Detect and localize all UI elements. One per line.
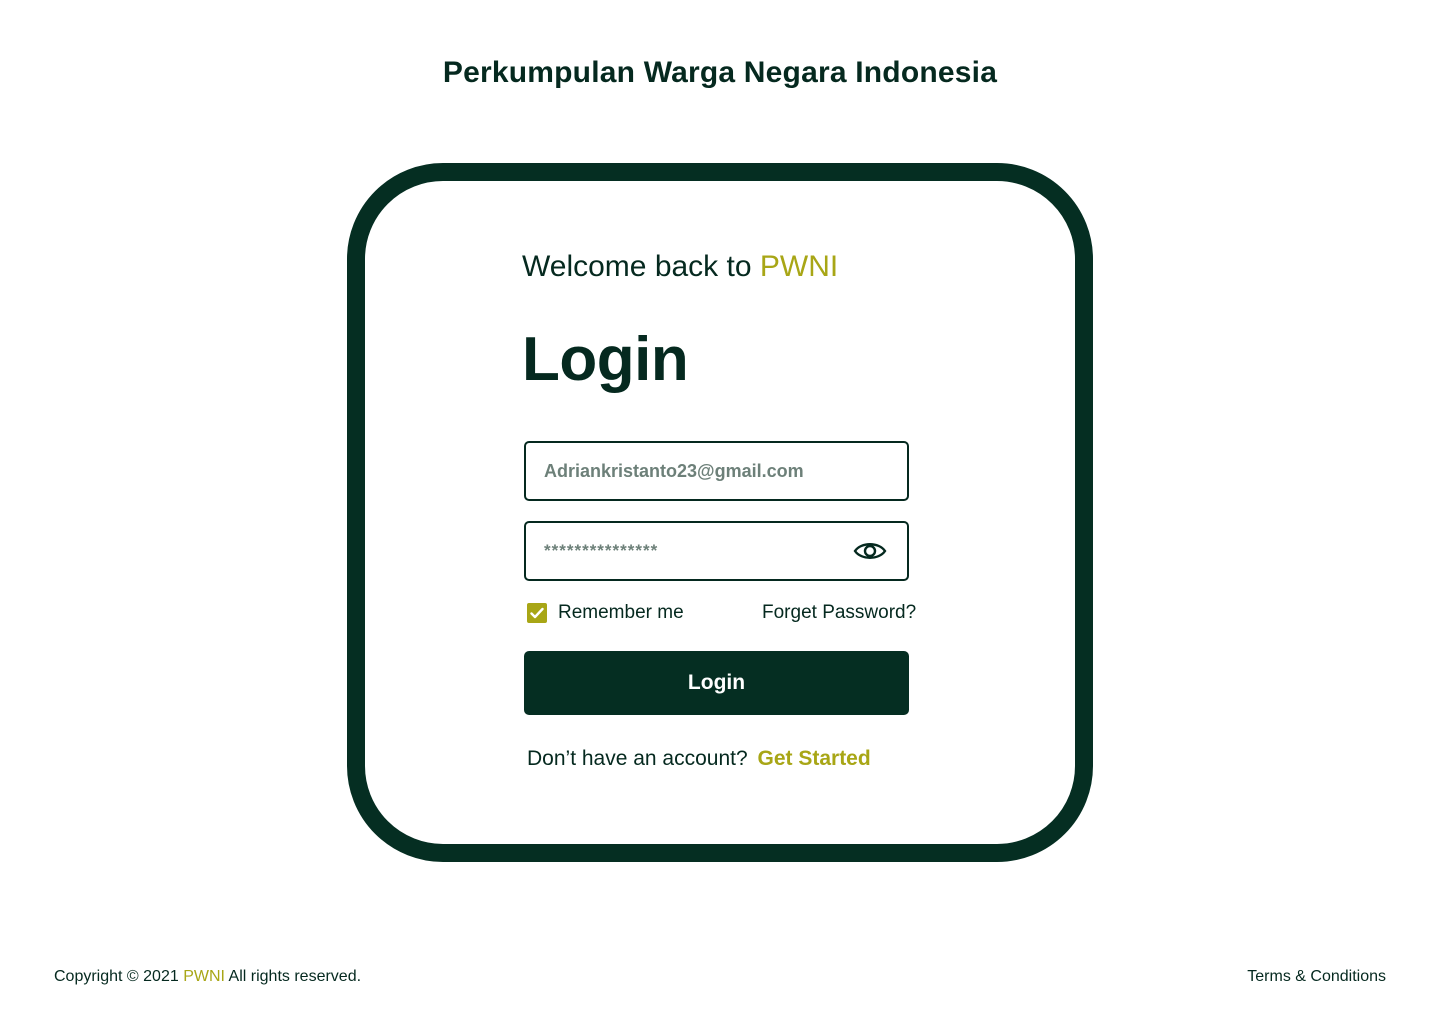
remember-me[interactable]: Remember me (527, 602, 684, 624)
password-field[interactable] (544, 523, 889, 579)
site-title: Perkumpulan Warga Negara Indonesia (442, 56, 998, 89)
get-started-link[interactable]: Get Started (758, 747, 871, 770)
login-button[interactable]: Login (524, 651, 909, 715)
remember-me-checkbox[interactable] (527, 603, 547, 623)
welcome-brand: PWNI (759, 250, 839, 283)
footer-copyright: Copyright © 2021 PWNI All rights reserve… (54, 968, 361, 986)
terms-link[interactable]: Terms & Conditions (1247, 968, 1386, 986)
check-icon (530, 607, 544, 619)
remember-me-label: Remember me (558, 602, 684, 623)
login-page: Perkumpulan Warga Negara Indonesia Welco… (0, 0, 1440, 1024)
welcome-prefix: Welcome back to (522, 250, 752, 283)
forgot-password-link[interactable]: Forget Password? (762, 602, 916, 624)
login-title: Login (522, 325, 689, 394)
signup-prompt-text: Don’t have an account? (527, 747, 748, 770)
email-field-container (524, 441, 909, 501)
welcome-heading: Welcome back to PWNI (522, 250, 838, 284)
password-field-container (524, 521, 909, 581)
copyright-brand: PWNI (183, 968, 225, 985)
signup-prompt: Don’t have an account? Get Started (527, 747, 871, 771)
email-field[interactable] (544, 443, 889, 499)
eye-icon[interactable] (853, 537, 887, 565)
copyright-prefix: Copyright © 2021 (54, 968, 179, 985)
copyright-suffix: All rights reserved. (228, 968, 362, 985)
